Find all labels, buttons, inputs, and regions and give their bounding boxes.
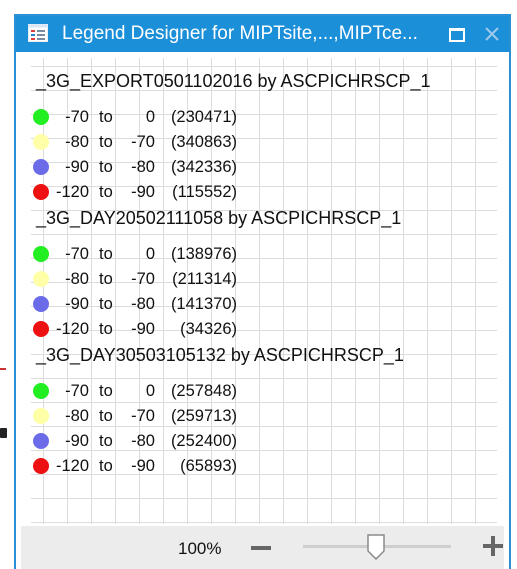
legend-range-to: -90 bbox=[131, 457, 155, 475]
legend-range-from: -80 bbox=[65, 407, 89, 425]
legend-row[interactable]: -90 to -80 (342336) bbox=[31, 155, 471, 179]
legend-range-separator: to bbox=[99, 382, 113, 400]
legend-count: (34326) bbox=[180, 320, 237, 338]
legend-row[interactable]: -70 to 0 (257848) bbox=[31, 379, 471, 403]
legend-range-from: -80 bbox=[65, 270, 89, 288]
legend-range-to: -90 bbox=[131, 320, 155, 338]
legend-count: (252400) bbox=[170, 432, 237, 450]
legend-range-separator: to bbox=[99, 133, 113, 151]
legend-range-separator: to bbox=[99, 457, 113, 475]
legend-range-separator: to bbox=[99, 270, 113, 288]
legend-count: (259713) bbox=[170, 407, 237, 425]
legend-color-swatch[interactable] bbox=[33, 408, 49, 424]
legend-count: (141370) bbox=[170, 295, 237, 313]
legend-row[interactable]: -90 to -80 (252400) bbox=[31, 429, 471, 453]
window-title: Legend Designer for MIPTsite,...,MIPTce.… bbox=[62, 23, 418, 44]
close-icon[interactable] bbox=[480, 22, 504, 46]
legend-range-separator: to bbox=[99, 183, 113, 201]
legend-color-swatch[interactable] bbox=[33, 109, 49, 125]
legend-color-swatch[interactable] bbox=[33, 433, 49, 449]
legend-count: (230471) bbox=[170, 108, 237, 126]
legend-color-swatch[interactable] bbox=[33, 159, 49, 175]
legend-range-to: -80 bbox=[131, 158, 155, 176]
status-bar: 100% bbox=[21, 526, 504, 569]
legend-range-from: -90 bbox=[65, 158, 89, 176]
legend-range-from: -90 bbox=[65, 295, 89, 313]
legend-color-swatch[interactable] bbox=[33, 271, 49, 287]
legend-range-from: -90 bbox=[65, 432, 89, 450]
zoom-slider-thumb[interactable] bbox=[367, 534, 385, 560]
legend-section-title: _3G_DAY30503105132 by ASCPICHRSCP_1 bbox=[36, 345, 404, 365]
legend-range-to: 0 bbox=[145, 382, 155, 400]
legend-range-to: -80 bbox=[131, 432, 155, 450]
legend-row[interactable]: -70 to 0 (230471) bbox=[31, 105, 471, 129]
legend-row[interactable]: -80 to -70 (340863) bbox=[31, 130, 471, 154]
legend-range-from: -70 bbox=[65, 382, 89, 400]
legend-range-from: -120 bbox=[55, 457, 89, 475]
zoom-in-button[interactable] bbox=[483, 534, 505, 558]
legend-range-separator: to bbox=[99, 320, 113, 338]
legend-color-swatch[interactable] bbox=[33, 321, 49, 337]
legend-color-swatch[interactable] bbox=[33, 458, 49, 474]
legend-section-title: _3G_DAY20502111058 by ASCPICHRSCP_1 bbox=[36, 208, 402, 228]
legend-count: (340863) bbox=[170, 133, 237, 151]
legend-range-separator: to bbox=[99, 295, 113, 313]
legend-range-to: -90 bbox=[131, 183, 155, 201]
title-bar[interactable]: Legend Designer for MIPTsite,...,MIPTce.… bbox=[16, 16, 509, 52]
background-app-fragment bbox=[0, 428, 7, 438]
legend-color-swatch[interactable] bbox=[33, 246, 49, 262]
legend-section-title: _3G_EXPORT0501102016 by ASCPICHRSCP_1 bbox=[36, 71, 431, 91]
legend-canvas: _3G_EXPORT0501102016 by ASCPICHRSCP_1 -70… bbox=[31, 58, 497, 524]
legend-range-to: -80 bbox=[131, 295, 155, 313]
legend-row[interactable]: -90 to -80 (141370) bbox=[31, 292, 471, 316]
legend-count: (138976) bbox=[170, 245, 237, 263]
legend-count: (211314) bbox=[172, 270, 237, 288]
legend-range-from: -120 bbox=[55, 183, 89, 201]
background-app-fragment bbox=[0, 368, 6, 370]
legend-color-swatch[interactable] bbox=[33, 296, 49, 312]
legend-range-to: -70 bbox=[131, 270, 155, 288]
legend-row[interactable]: -120 to -90 (34326) bbox=[31, 317, 471, 341]
legend-range-from: -70 bbox=[65, 245, 89, 263]
legend-color-swatch[interactable] bbox=[33, 383, 49, 399]
legend-designer-window: Legend Designer for MIPTsite,...,MIPTce.… bbox=[14, 14, 511, 569]
screen: Legend Designer for MIPTsite,...,MIPTce.… bbox=[0, 0, 517, 569]
legend-row[interactable]: -80 to -70 (211314) bbox=[31, 267, 471, 291]
legend-row[interactable]: -80 to -70 (259713) bbox=[31, 404, 471, 428]
legend-count: (342336) bbox=[170, 158, 237, 176]
legend-range-to: 0 bbox=[145, 245, 155, 263]
legend-color-swatch[interactable] bbox=[33, 184, 49, 200]
legend-range-to: -70 bbox=[131, 133, 155, 151]
legend-count: (65893) bbox=[180, 457, 237, 475]
legend-range-to: -70 bbox=[131, 407, 155, 425]
legend-row[interactable]: -120 to -90 (65893) bbox=[31, 454, 471, 478]
legend-range-separator: to bbox=[99, 407, 113, 425]
legend-app-icon bbox=[28, 24, 48, 42]
legend-range-separator: to bbox=[99, 158, 113, 176]
maximize-icon[interactable] bbox=[444, 22, 468, 46]
zoom-out-button[interactable] bbox=[249, 537, 275, 559]
legend-count: (257848) bbox=[170, 382, 237, 400]
legend-range-separator: to bbox=[99, 245, 113, 263]
legend-range-from: -120 bbox=[55, 320, 89, 338]
legend-row[interactable]: -70 to 0 (138976) bbox=[31, 242, 471, 266]
zoom-level-label: 100% bbox=[178, 539, 222, 558]
legend-range-separator: to bbox=[99, 432, 113, 450]
legend-row[interactable]: -120 to -90 (115552) bbox=[31, 180, 471, 204]
legend-range-to: 0 bbox=[145, 108, 155, 126]
legend-range-from: -70 bbox=[65, 108, 89, 126]
legend-range-separator: to bbox=[99, 108, 113, 126]
legend-range-from: -80 bbox=[65, 133, 89, 151]
legend-count: (115552) bbox=[172, 183, 237, 201]
legend-color-swatch[interactable] bbox=[33, 134, 49, 150]
